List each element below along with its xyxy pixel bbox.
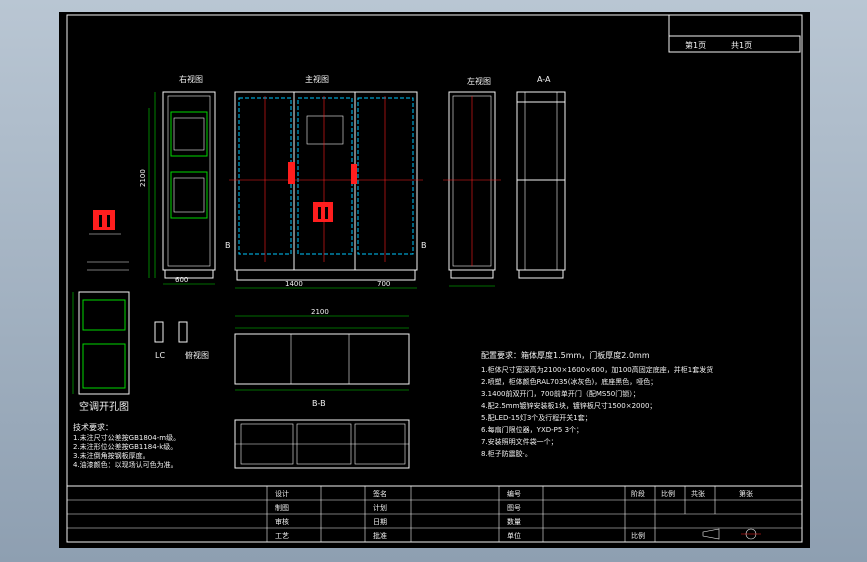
config-item: 3.1400前双开门，700前单开门（配MS50门锁）； [481, 389, 640, 398]
tech-req-item: 4.油漆颜色：以现场认可色为准。 [73, 460, 178, 469]
tb-col2-label: 计划 [373, 503, 387, 512]
section-bb-title: B-B [312, 399, 326, 408]
tb-row-label: 设计 [275, 489, 289, 498]
lock-detail [87, 210, 129, 271]
section-aa-title: A-A [537, 75, 551, 84]
tb-col2-label: 签名 [373, 489, 387, 498]
page-info-block: 第1页 共1页 [668, 15, 801, 53]
left-view: 左视图 [443, 76, 501, 287]
config-requirements: 配置要求：箱体厚度1.5mm，门板厚度2.0mm 1.柜体尺寸宽深高为2100×… [481, 350, 713, 458]
page-total: 共1页 [731, 41, 752, 50]
tb-col2-label: 日期 [373, 518, 387, 526]
tech-req-item: 3.未注倒角按钢板厚度。 [73, 451, 150, 460]
title-block: 设计 制图 审核 工艺 签名 计划 日期 批准 编号 图号 数量 单位 阶段 比… [66, 485, 803, 543]
lc-label: LC [155, 351, 165, 360]
config-item: 4.配2.5mm镀锌安装板1块，镀锌板尺寸1500×2000； [481, 401, 656, 410]
tb-right-header: 第张 [739, 489, 753, 498]
section-aa-view: A-A [516, 75, 566, 279]
tb-col2-label: 批准 [373, 531, 387, 540]
tb-right-header: 阶段 [631, 489, 645, 498]
tb-row-label: 制图 [275, 503, 289, 512]
tech-req-item: 1.未注尺寸公差按GB1804-m级。 [73, 433, 180, 442]
tech-req-item: 2.未注形位公差按GB1184-k级。 [73, 442, 177, 451]
tb-col3-label: 数量 [507, 517, 521, 526]
config-item: 7.安装照明文件袋一个； [481, 437, 558, 446]
ac-cutout-title: 空调开孔图 [79, 400, 129, 413]
projection-symbol-icon [702, 528, 761, 540]
front-width: 1400 [285, 280, 303, 288]
tb-right-header: 共张 [691, 489, 705, 498]
section-bb-view: 2100 B-B [234, 308, 410, 469]
tb-row-label: 审核 [275, 517, 289, 526]
config-item: 2.喷塑，柜体颜色RAL7035(冰灰色)，底座黑色，哑色； [481, 377, 657, 386]
config-item: 5.配LED-15灯3个及行程开关1套； [481, 413, 592, 422]
section-b-marker-right: B [421, 241, 427, 250]
config-item: 6.每扇门限位器，YXD-P5 3个； [481, 425, 583, 434]
tb-col3-label: 编号 [507, 489, 521, 498]
tech-req-title: 技术要求： [73, 422, 113, 432]
right-view-title: 右视图 [179, 74, 203, 84]
tb-col3-label: 图号 [507, 504, 521, 512]
top-view-title: 俯视图 [185, 350, 209, 360]
config-item: 8.柜子防震胶·。 [481, 449, 532, 458]
config-title: 配置要求：箱体厚度1.5mm，门板厚度2.0mm [481, 350, 650, 360]
lc-view: LC 俯视图 [154, 321, 209, 360]
left-view-title: 左视图 [467, 76, 491, 86]
drawing-sheet: 第1页 共1页 右视图 600 2100 主视图 1400 700 B B 左视… [59, 12, 810, 548]
bb-top-dimension: 2100 [311, 308, 329, 316]
tb-row-label: 工艺 [275, 532, 289, 540]
front-door-width: 700 [377, 280, 390, 288]
front-view: 主视图 1400 700 B B [225, 74, 427, 289]
tech-requirements: 技术要求： 1.未注尺寸公差按GB1804-m级。 2.未注形位公差按GB118… [73, 422, 180, 469]
tb-right-header: 比例 [661, 489, 675, 498]
tb-scale: 比例 [631, 531, 645, 540]
front-view-title: 主视图 [305, 74, 329, 84]
ac-cutout-view: 空调开孔图 [72, 291, 130, 413]
section-b-marker-left: B [225, 241, 231, 250]
right-view: 右视图 600 2100 [139, 74, 216, 285]
cad-canvas: 第1页 共1页 右视图 600 2100 主视图 1400 700 B B 左视… [66, 14, 803, 543]
config-item: 1.柜体尺寸宽深高为2100×1600×600，加100高固定底座，并柜1套发货 [481, 365, 713, 374]
page-number: 第1页 [685, 40, 706, 50]
tb-col3-label: 单位 [507, 531, 521, 540]
right-view-depth: 600 [175, 276, 188, 284]
right-view-height: 2100 [139, 169, 147, 187]
